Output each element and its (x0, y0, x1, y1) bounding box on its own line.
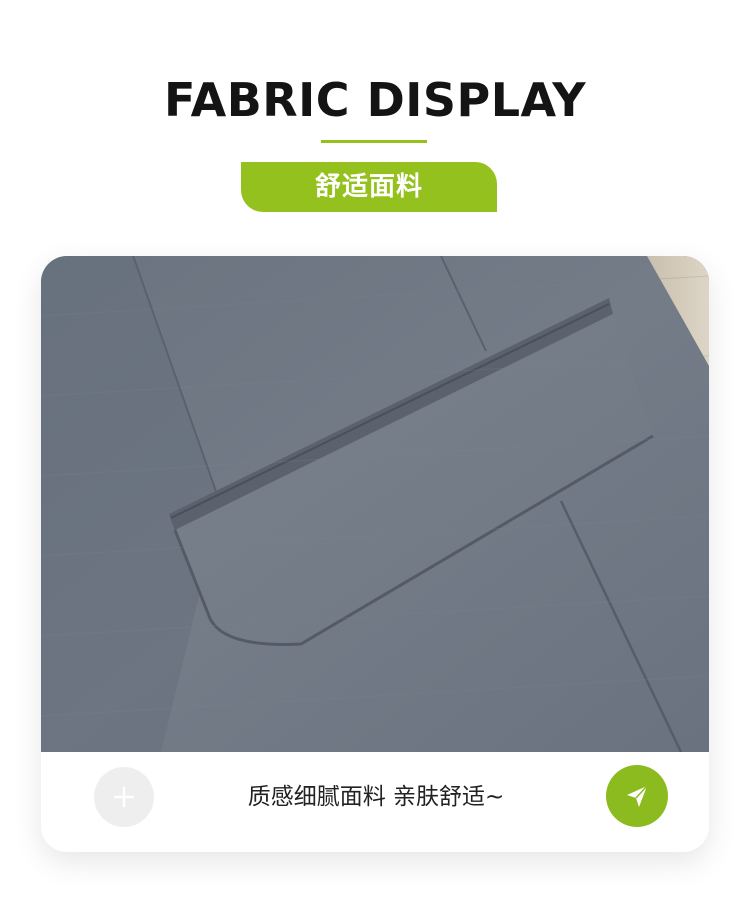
plus-icon (113, 786, 135, 808)
caption-text: 质感细腻面料 亲肤舒适~ (247, 784, 505, 810)
fabric-photo (41, 256, 709, 752)
fabric-card: 质感细腻面料 亲肤舒适~ (41, 256, 709, 852)
page: FABRIC DISPLAY 舒适面料 质感细腻面料 亲肤舒适~ (0, 0, 750, 921)
page-title: FABRIC DISPLAY (163, 73, 587, 127)
send-button[interactable] (606, 765, 668, 827)
section-badge: 舒适面料 (241, 162, 497, 212)
caption-bar: 质感细腻面料 亲肤舒适~ (41, 752, 709, 852)
title-underline (321, 140, 427, 143)
add-button[interactable] (94, 767, 154, 827)
send-icon (627, 785, 648, 807)
